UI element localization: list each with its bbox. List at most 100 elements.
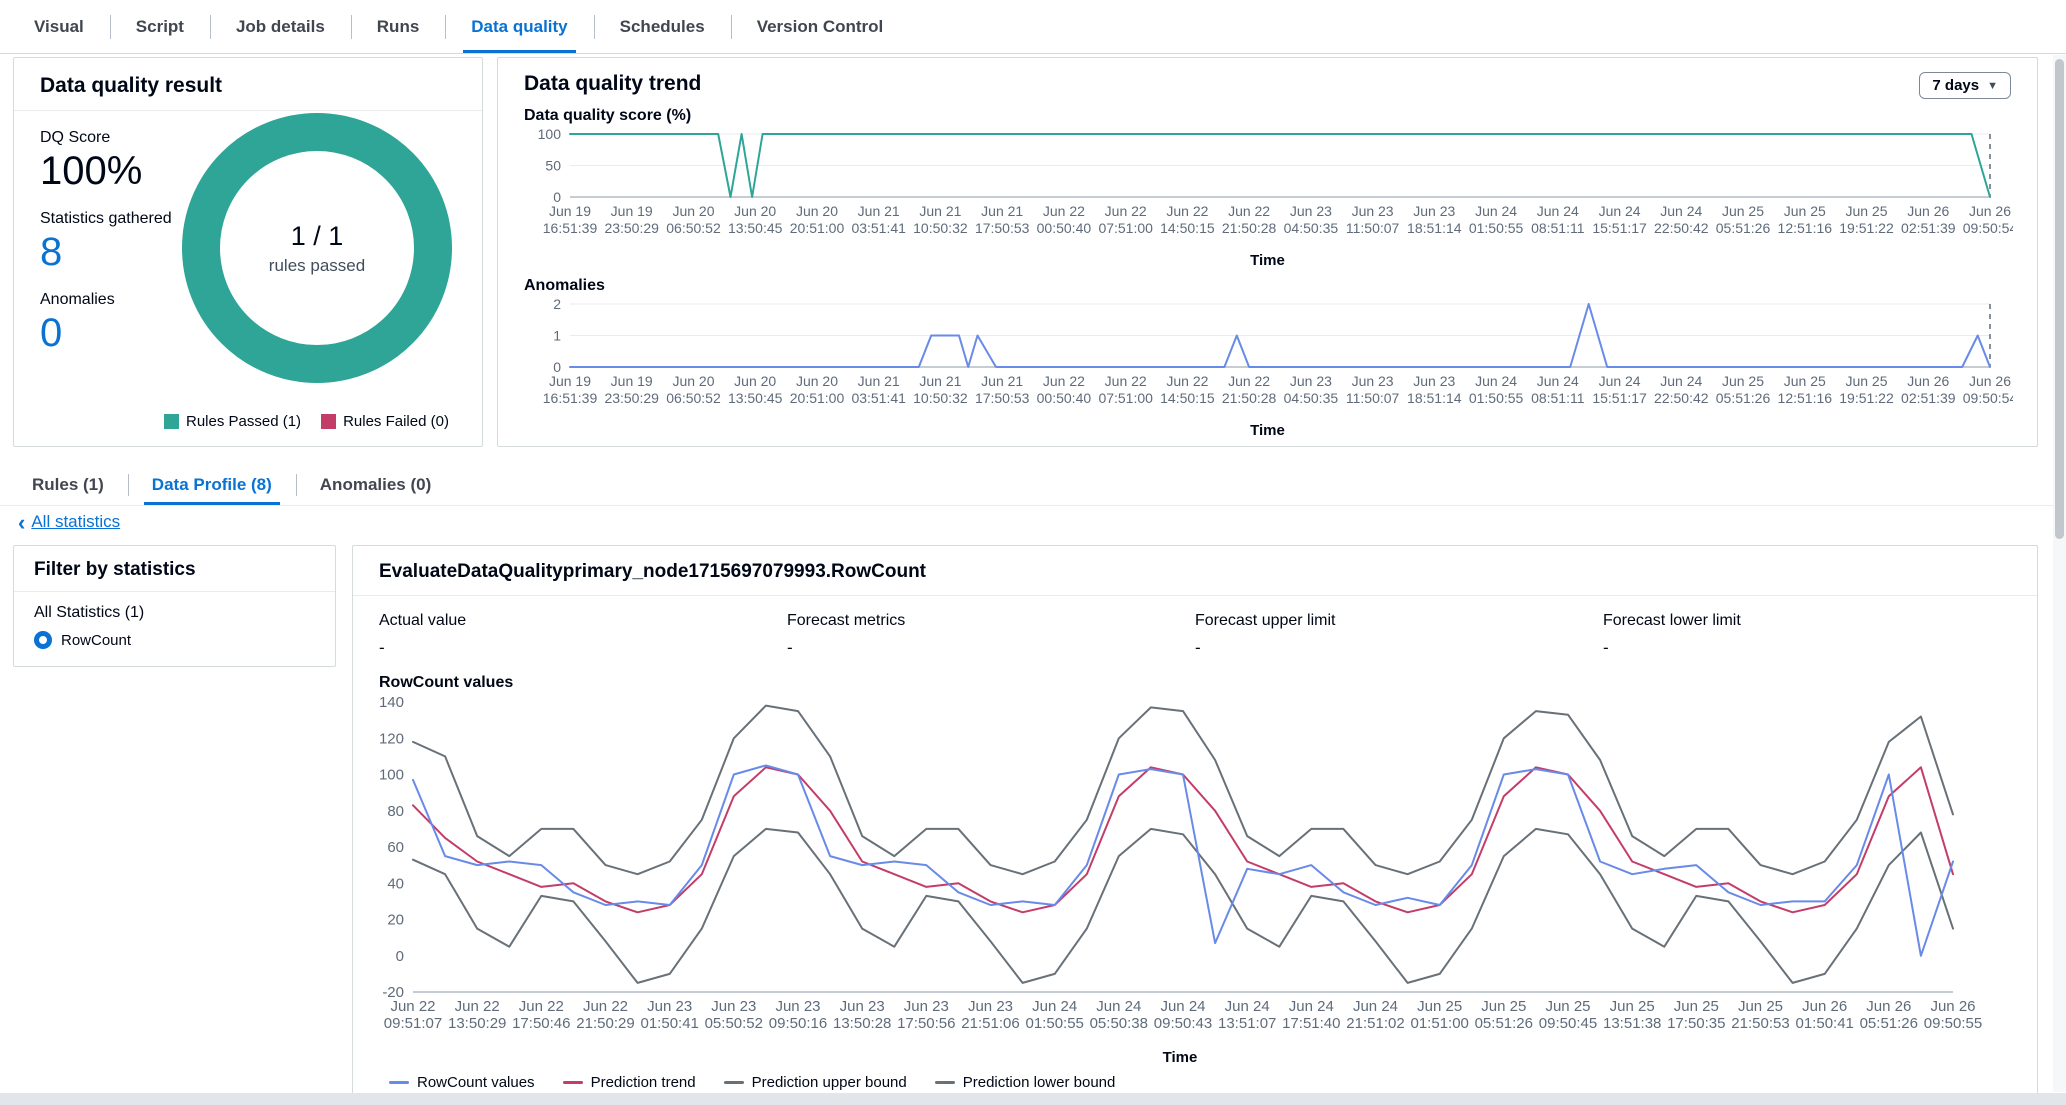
- svg-text:120: 120: [379, 730, 404, 747]
- svg-text:Jun 2317:50:56: Jun 23 17:50:56: [897, 998, 955, 1032]
- forecast-lower-limit-value: -: [1603, 638, 1609, 657]
- svg-text:Jun 2103:51:41: Jun 21 03:51:41: [851, 373, 906, 406]
- svg-text:Jun 2110:50:32: Jun 21 10:50:32: [913, 203, 968, 236]
- tab-version-control[interactable]: Version Control: [730, 0, 910, 53]
- dq-score-label: DQ Score: [40, 129, 111, 146]
- svg-text:2: 2: [553, 297, 561, 312]
- tab-script[interactable]: Script: [109, 0, 210, 53]
- anomalies-chart-title: Anomalies: [524, 277, 605, 294]
- all-statistics-link-label: All statistics: [31, 512, 121, 531]
- tab-runs[interactable]: Runs: [350, 0, 446, 53]
- statistic-option-rowcount[interactable]: RowCount: [34, 631, 315, 649]
- svg-text:Jun 2217:50:46: Jun 22 17:50:46: [512, 998, 570, 1032]
- rules-passed-label: Rules Passed (1): [186, 413, 302, 430]
- rowcount-chart-legend: RowCount values Prediction trend Predict…: [389, 1074, 2037, 1091]
- svg-text:Jun 2006:50:52: Jun 20 06:50:52: [666, 373, 721, 406]
- data-quality-trend-card: Data quality trend 7 days ▼ Data quality…: [497, 57, 2038, 447]
- svg-text:0: 0: [396, 948, 404, 965]
- svg-text:Jun 2213:50:29: Jun 22 13:50:29: [448, 998, 506, 1032]
- svg-text:Jun 2309:50:16: Jun 23 09:50:16: [769, 998, 827, 1032]
- svg-text:Jun 1916:51:39: Jun 19 16:51:39: [543, 203, 598, 236]
- tab-visual[interactable]: Visual: [8, 0, 110, 53]
- svg-text:Jun 2422:50:42: Jun 24 22:50:42: [1654, 373, 1709, 406]
- tab-rules[interactable]: Rules (1): [8, 464, 128, 505]
- range-selector-value: 7 days: [1932, 77, 1980, 94]
- anomalies-chart-time-label: Time: [1250, 422, 1285, 439]
- data-quality-result-card: Data quality result DQ Score 100% Statis…: [13, 57, 483, 447]
- svg-text:Jun 2313:50:28: Jun 23 13:50:28: [833, 998, 891, 1032]
- donut-center-caption: rules passed: [268, 255, 366, 275]
- svg-text:Jun 2304:50:35: Jun 23 04:50:35: [1284, 373, 1339, 406]
- radio-selected-icon[interactable]: [34, 631, 52, 649]
- svg-text:Jun 1923:50:29: Jun 19 23:50:29: [604, 203, 659, 236]
- rowcount-values-swatch: [389, 1081, 409, 1084]
- svg-text:Jun 2605:51:26: Jun 26 05:51:26: [1860, 998, 1918, 1032]
- rules-donut-chart: 1 / 1 rules passed: [182, 113, 452, 383]
- svg-text:40: 40: [387, 875, 404, 892]
- prediction-trend-legend-label: Prediction trend: [590, 1074, 696, 1091]
- all-statistics-link[interactable]: ‹ All statistics: [18, 509, 121, 535]
- legend-rules-failed: Rules Failed (0): [321, 413, 449, 430]
- svg-text:50: 50: [545, 158, 561, 174]
- svg-text:Jun 2200:50:40: Jun 22 00:50:40: [1037, 373, 1092, 406]
- rowcount-values-chart: -20020406080100120140Jun 22 09:51:07Jun 2…: [379, 694, 1982, 1032]
- legend-prediction-lower-bound: Prediction lower bound: [934, 1074, 1115, 1091]
- anomalies-value[interactable]: 0: [40, 311, 172, 356]
- prediction-lower-bound-swatch: [934, 1081, 955, 1084]
- forecast-metrics-row: Actual value - Forecast metrics - Foreca…: [353, 596, 2037, 658]
- chevron-left-icon: ‹: [18, 509, 26, 535]
- prediction-upper-bound-swatch: [723, 1081, 744, 1084]
- trend-card-title: Data quality trend: [524, 72, 702, 95]
- svg-text:Jun 2207:51:00: Jun 22 07:51:00: [1098, 373, 1153, 406]
- svg-text:20: 20: [387, 912, 404, 929]
- tab-anomalies[interactable]: Anomalies (0): [295, 464, 455, 505]
- svg-text:Jun 2311:50:07: Jun 23 11:50:07: [1346, 373, 1400, 406]
- tab-data-quality[interactable]: Data quality: [445, 0, 593, 53]
- filter-card-title: Filter by statistics: [14, 546, 335, 592]
- svg-text:Jun 2602:51:39: Jun 26 02:51:39: [1901, 203, 1956, 236]
- vertical-scrollbar[interactable]: [2053, 55, 2066, 1092]
- statistics-gathered-value[interactable]: 8: [40, 230, 172, 275]
- score-chart-time-label: Time: [1250, 252, 1285, 269]
- actual-value-value: -: [379, 638, 385, 657]
- svg-text:Jun 2013:50:45: Jun 20 13:50:45: [728, 203, 783, 236]
- svg-text:Jun 2401:50:55: Jun 24 01:50:55: [1469, 373, 1524, 406]
- rowcount-values-legend-label: RowCount values: [417, 1074, 535, 1091]
- svg-text:Jun 2401:50:55: Jun 24 01:50:55: [1469, 203, 1524, 236]
- donut-legend: Rules Passed (1) Rules Failed (0): [164, 413, 449, 430]
- tab-data-profile[interactable]: Data Profile (8): [127, 464, 296, 505]
- prediction-trend-swatch: [562, 1081, 583, 1084]
- donut-center-value: 1 / 1: [290, 220, 344, 251]
- dq-score-value: 100%: [40, 149, 143, 193]
- job-tab-bar: Visual Script Job details Runs Data qual…: [0, 0, 2066, 54]
- svg-text:Jun 2413:51:07: Jun 24 13:51:07: [1218, 998, 1276, 1032]
- svg-text:Jun 2517:50:35: Jun 25 17:50:35: [1667, 998, 1725, 1032]
- legend-prediction-trend: Prediction trend: [562, 1074, 696, 1091]
- horizontal-scrollbar[interactable]: [0, 1093, 2066, 1105]
- legend-rowcount-values: RowCount values: [389, 1074, 535, 1091]
- svg-text:Jun 2512:51:16: Jun 25 12:51:16: [1778, 203, 1833, 236]
- anomalies-chart: 012Jun 19 16:51:39Jun 19 23:50:29Jun 20 06:…: [543, 296, 2018, 406]
- forecast-metrics-metric: Forecast metrics -: [787, 612, 1195, 658]
- svg-text:Jun 2409:50:43: Jun 24 09:50:43: [1154, 998, 1212, 1032]
- forecast-upper-limit-label: Forecast upper limit: [1195, 612, 1336, 629]
- rowcount-chart-title: RowCount values: [379, 674, 514, 691]
- result-card-title: Data quality result: [14, 58, 482, 111]
- tab-job-details[interactable]: Job details: [209, 0, 351, 53]
- svg-text:Jun 2013:50:45: Jun 20 13:50:45: [728, 373, 783, 406]
- svg-text:Jun 2318:51:14: Jun 23 18:51:14: [1407, 203, 1462, 236]
- statistic-option-label: RowCount: [61, 631, 132, 649]
- svg-text:Jun 2521:50:53: Jun 25 21:50:53: [1731, 998, 1789, 1032]
- svg-text:Jun 2519:51:22: Jun 25 19:51:22: [1839, 373, 1894, 406]
- svg-text:Jun 2505:51:26: Jun 25 05:51:26: [1475, 998, 1533, 1032]
- svg-text:100: 100: [379, 767, 404, 784]
- rowcount-statistics-card: EvaluateDataQualityprimary_node171569707…: [352, 545, 2038, 1097]
- tab-schedules[interactable]: Schedules: [593, 0, 731, 53]
- svg-text:Jun 2415:51:17: Jun 24 15:51:17: [1592, 373, 1647, 406]
- svg-text:Jun 2020:51:00: Jun 20 20:51:00: [790, 373, 845, 406]
- svg-text:Jun 2417:51:40: Jun 24 17:51:40: [1282, 998, 1340, 1032]
- svg-text:Jun 2207:51:00: Jun 22 07:51:00: [1098, 203, 1153, 236]
- range-selector[interactable]: 7 days ▼: [1919, 72, 2011, 99]
- profile-card-title: EvaluateDataQualityprimary_node171569707…: [353, 546, 2037, 596]
- vertical-scrollbar-thumb[interactable]: [2055, 59, 2064, 539]
